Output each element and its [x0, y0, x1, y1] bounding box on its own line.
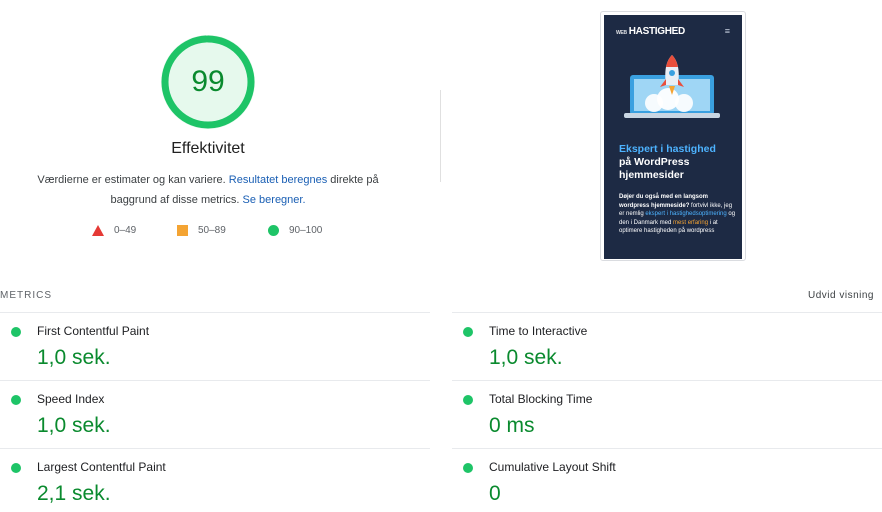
- pass-circle-icon: [463, 395, 473, 405]
- score-description: Værdierne er estimater og kan variere. R…: [20, 170, 396, 210]
- triangle-icon: [92, 225, 104, 236]
- final-screenshot[interactable]: WEB HASTIGHED ≡ Ekspert i hastighed på Wo…: [600, 11, 746, 261]
- desc-text-1: Værdierne er estimater og kan variere.: [37, 174, 229, 186]
- menu-icon: ≡: [724, 26, 730, 36]
- score-value: 99: [191, 65, 225, 98]
- legend-average-range: 50–89: [198, 225, 226, 236]
- circle-icon: [268, 225, 279, 236]
- pass-circle-icon: [463, 463, 473, 473]
- metric-value: 1,0 sek.: [489, 346, 563, 369]
- metric-label: First Contentful Paint: [37, 324, 150, 338]
- metric-value: 0: [489, 482, 501, 505]
- site-logo-small: WEB: [616, 30, 627, 36]
- pass-circle-icon: [11, 327, 21, 337]
- expand-view-button[interactable]: Udvid visning: [808, 290, 874, 301]
- site-headline-line-1: Ekspert i hastighed: [619, 143, 716, 155]
- legend-pass-range: 90–100: [289, 225, 323, 236]
- pass-circle-icon: [11, 395, 21, 405]
- metrics-heading: METRICS: [0, 290, 52, 301]
- result-calculation-link[interactable]: Resultatet beregnes: [229, 174, 327, 186]
- site-body-text: Døjer du også med en langsom wordpress h…: [619, 193, 739, 236]
- legend-fail: 0–49: [92, 225, 136, 236]
- square-icon: [177, 225, 188, 236]
- metric-speed-index: Speed Index 1,0 sek.: [0, 380, 430, 448]
- site-headline: Ekspert i hastighed på WordPress hjemmes…: [619, 143, 739, 182]
- site-logo-text: HASTIGHED: [628, 26, 686, 37]
- metric-value: 0 ms: [489, 414, 535, 437]
- site-body-link-1: ekspert i hastighedsoptimering: [645, 211, 727, 218]
- metric-value: 2,1 sek.: [37, 482, 111, 505]
- metric-label: Total Blocking Time: [489, 392, 593, 406]
- score-legend: 0–49 50–89 90–100: [0, 225, 420, 241]
- site-body-link-2: mest erfaring: [673, 219, 709, 226]
- metric-largest-contentful-paint: Largest Contentful Paint 2,1 sek.: [0, 448, 430, 512]
- metric-label: Cumulative Layout Shift: [489, 460, 616, 474]
- site-headline-line-2: på WordPress: [619, 156, 690, 168]
- performance-gauge: 99: [161, 35, 255, 129]
- site-headline-line-3: hjemmesider: [619, 169, 684, 181]
- metric-label: Largest Contentful Paint: [37, 460, 166, 474]
- phone-preview: WEB HASTIGHED ≡ Ekspert i hastighed på Wo…: [604, 15, 742, 259]
- site-logo: WEB HASTIGHED: [616, 26, 685, 37]
- metric-value: 1,0 sek.: [37, 414, 111, 437]
- vertical-divider: [440, 90, 441, 182]
- legend-average: 50–89: [177, 225, 226, 236]
- see-calculator-link[interactable]: Se beregner.: [243, 194, 306, 206]
- metric-total-blocking-time: Total Blocking Time 0 ms: [452, 380, 882, 448]
- gauge-title: Effektivitet: [171, 140, 245, 157]
- pass-circle-icon: [11, 463, 21, 473]
- metric-label: Speed Index: [37, 392, 105, 406]
- metric-time-to-interactive: Time to Interactive 1,0 sek.: [452, 312, 882, 380]
- legend-fail-range: 0–49: [114, 225, 137, 236]
- metric-value: 1,0 sek.: [37, 346, 111, 369]
- metric-label: Time to Interactive: [489, 324, 588, 338]
- pass-circle-icon: [463, 327, 473, 337]
- rocket-laptop-illustration: [624, 55, 720, 118]
- metric-cumulative-layout-shift: Cumulative Layout Shift 0: [452, 448, 882, 512]
- metric-first-contentful-paint: First Contentful Paint 1,0 sek.: [0, 312, 430, 380]
- legend-pass: 90–100: [268, 225, 322, 236]
